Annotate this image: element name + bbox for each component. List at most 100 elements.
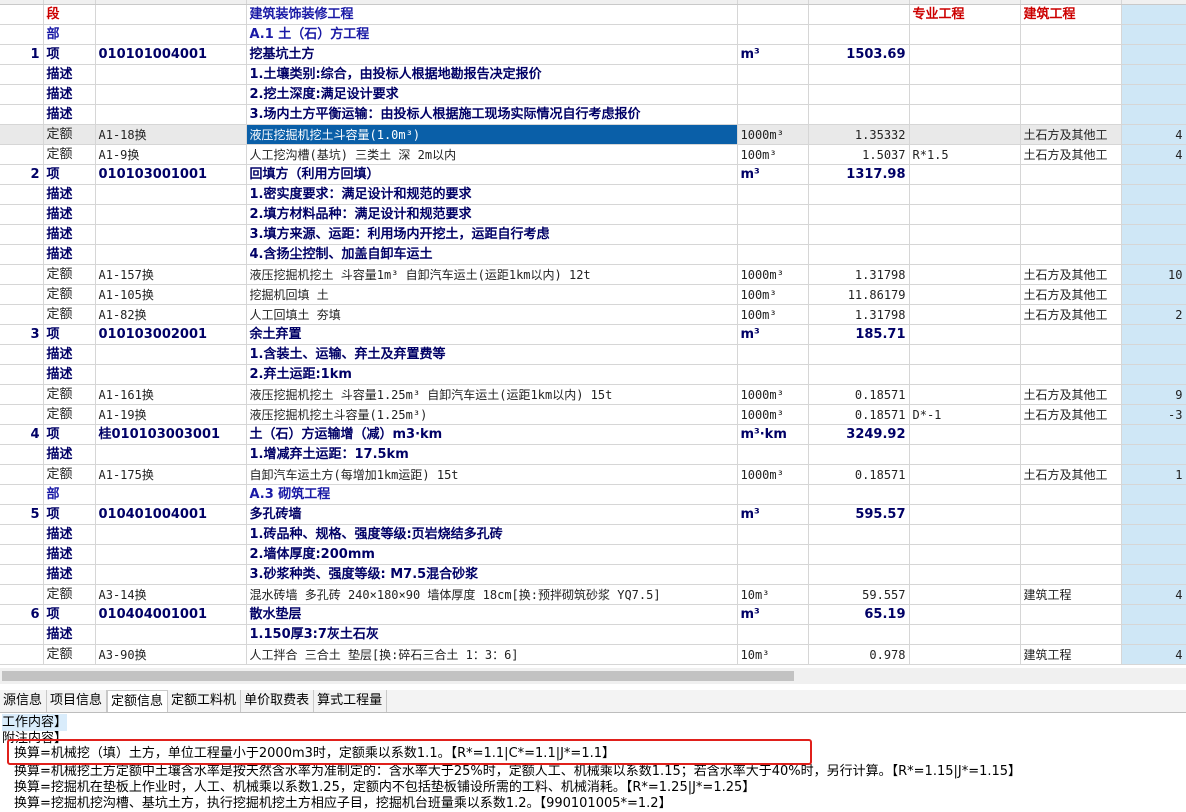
unit-cell[interactable]: [737, 624, 809, 645]
value-cell-cell[interactable]: [1121, 484, 1186, 505]
table-row[interactable]: 描述 1.土壤类别:综合，由投标人根据地勘报告决定报价: [0, 64, 1186, 85]
item-code-cell[interactable]: 010101004001: [95, 44, 247, 65]
quantity-cell[interactable]: 106.12: [808, 664, 910, 665]
unit-cell[interactable]: [737, 484, 809, 505]
value-cell-cell[interactable]: [1121, 84, 1186, 105]
quantity-cell[interactable]: [808, 4, 910, 25]
conversion-cell[interactable]: [909, 644, 1021, 665]
row-number-cell[interactable]: [0, 84, 44, 105]
item-code-cell[interactable]: 011102003001: [95, 664, 247, 665]
row-number-cell[interactable]: 6: [0, 604, 44, 625]
table-row[interactable]: 描述 1.砖品种、规格、强度等级:页岩烧结多孔砖: [0, 524, 1186, 545]
value-cell-cell[interactable]: 1: [1121, 464, 1186, 485]
tab-quota-info[interactable]: 定额信息: [107, 690, 169, 712]
item-name-cell[interactable]: 1.土壤类别:综合，由投标人根据地勘报告决定报价: [246, 64, 738, 85]
item-name-cell[interactable]: 建筑装饰装修工程: [246, 4, 738, 25]
row-number-cell[interactable]: [0, 244, 44, 265]
item-code-cell[interactable]: [95, 524, 247, 545]
item-code-cell[interactable]: [95, 4, 247, 25]
category-cell[interactable]: 土石方及其他工: [1020, 264, 1122, 285]
conversion-cell[interactable]: [909, 304, 1021, 325]
category-cell[interactable]: 土石方及其他工: [1020, 384, 1122, 405]
category-cell[interactable]: 建筑工程: [1020, 644, 1122, 665]
tab-formula-quantity[interactable]: 算式工程量: [314, 690, 388, 712]
unit-cell[interactable]: [737, 204, 809, 225]
conversion-cell[interactable]: 专业工程: [909, 4, 1021, 25]
item-code-cell[interactable]: A1-175换: [95, 464, 247, 485]
row-number-cell[interactable]: [0, 284, 44, 305]
category-cell[interactable]: [1020, 104, 1122, 125]
row-number-cell[interactable]: [0, 64, 44, 85]
table-row[interactable]: 描述 2.挖土深度:满足设计要求: [0, 84, 1186, 105]
row-number-cell[interactable]: [0, 624, 44, 645]
conversion-cell[interactable]: [909, 204, 1021, 225]
quantity-cell[interactable]: [808, 224, 910, 245]
table-row[interactable]: 6 项 010404001001 散水垫层 m³ 65.19: [0, 604, 1186, 625]
item-name-cell[interactable]: 土（石）方运输增（减）m3·km: [246, 424, 738, 445]
value-cell-cell[interactable]: [1121, 24, 1186, 45]
quantity-cell[interactable]: [808, 364, 910, 385]
item-name-cell[interactable]: 挖掘机回填 土: [246, 284, 738, 305]
category-cell[interactable]: 土石方及其他工: [1020, 124, 1122, 145]
conversion-line-4[interactable]: 换算=挖掘机挖沟槽、基坑土方，执行挖掘机挖土方相应子目，挖掘机台班量乘以系数1.…: [14, 795, 672, 812]
value-cell-cell[interactable]: 4: [1121, 584, 1186, 605]
conversion-cell[interactable]: [909, 504, 1021, 525]
unit-cell[interactable]: [737, 524, 809, 545]
quantity-cell[interactable]: 3249.92: [808, 424, 910, 445]
item-name-cell[interactable]: 1.增减弃土运距：17.5km: [246, 444, 738, 465]
item-name-cell[interactable]: 液压挖掘机挖土 斗容量1.25m³ 自卸汽车运土(运距1km以内) 15t: [246, 384, 738, 405]
row-number-cell[interactable]: [0, 204, 44, 225]
category-cell[interactable]: [1020, 564, 1122, 585]
category-cell[interactable]: [1020, 364, 1122, 385]
unit-cell[interactable]: m²: [737, 664, 809, 665]
table-row[interactable]: 定额 A1-105换 挖掘机回填 土 100m³ 11.86179 土石方及其他工: [0, 284, 1186, 305]
conversion-cell[interactable]: [909, 364, 1021, 385]
unit-cell[interactable]: 1000m³: [737, 124, 809, 145]
unit-cell[interactable]: [737, 544, 809, 565]
category-cell[interactable]: [1020, 44, 1122, 65]
quantity-cell[interactable]: [808, 624, 910, 645]
row-type-cell[interactable]: 描述: [43, 444, 96, 465]
value-cell-cell[interactable]: [1121, 104, 1186, 125]
unit-cell[interactable]: [737, 364, 809, 385]
quantity-cell[interactable]: 595.57: [808, 504, 910, 525]
category-cell[interactable]: [1020, 524, 1122, 545]
conversion-cell[interactable]: [909, 124, 1021, 145]
conversion-cell[interactable]: [909, 664, 1021, 665]
value-cell-cell[interactable]: [1121, 324, 1186, 345]
row-number-cell[interactable]: 3: [0, 324, 44, 345]
quantity-cell[interactable]: [808, 244, 910, 265]
item-name-cell[interactable]: 2.填方材料品种：满足设计和规范要求: [246, 204, 738, 225]
conversion-cell[interactable]: [909, 224, 1021, 245]
table-row[interactable]: 定额 A1-9换 人工挖沟槽(基坑) 三类土 深 2m以内 100m³ 1.5037 R*…: [0, 144, 1186, 165]
value-cell-cell[interactable]: [1121, 504, 1186, 525]
value-cell-cell[interactable]: [1121, 604, 1186, 625]
item-code-cell[interactable]: [95, 344, 247, 365]
item-name-cell[interactable]: 3.填方来源、运距：利用场内开挖土，运距自行考虑: [246, 224, 738, 245]
table-row[interactable]: 部 A.1 土（石）方工程: [0, 24, 1186, 45]
row-number-cell[interactable]: [0, 404, 44, 425]
table-row[interactable]: 描述 3.砂浆种类、强度等级: M7.5混合砂浆: [0, 564, 1186, 585]
row-type-cell[interactable]: 定额: [43, 584, 96, 605]
table-row[interactable]: 描述 1.150厚3:7灰土石灰: [0, 624, 1186, 645]
category-cell[interactable]: [1020, 424, 1122, 445]
row-type-cell[interactable]: 描述: [43, 224, 96, 245]
value-cell-cell[interactable]: [1121, 444, 1186, 465]
table-row[interactable]: 部 A.3 砌筑工程: [0, 484, 1186, 505]
table-row[interactable]: 描述 2.弃土运距:1km: [0, 364, 1186, 385]
item-code-cell[interactable]: 桂010103003001: [95, 424, 247, 445]
row-type-cell[interactable]: 部: [43, 484, 96, 505]
table-row[interactable]: 定额 A1-161换 液压挖掘机挖土 斗容量1.25m³ 自卸汽车运土(运距1km以…: [0, 384, 1186, 405]
quantity-cell[interactable]: 1.31798: [808, 304, 910, 325]
item-name-cell[interactable]: 1.150厚3:7灰土石灰: [246, 624, 738, 645]
item-code-cell[interactable]: A1-9换: [95, 144, 247, 165]
item-name-cell[interactable]: 混水砖墙 多孔砖 240×180×90 墙体厚度 18cm[换:预拌砌筑砂浆 Y…: [246, 584, 738, 605]
unit-cell[interactable]: 10m³: [737, 584, 809, 605]
table-row[interactable]: 段 建筑装饰装修工程 专业工程 建筑工程: [0, 4, 1186, 25]
category-cell[interactable]: [1020, 64, 1122, 85]
item-name-cell[interactable]: 人工挖沟槽(基坑) 三类土 深 2m以内: [246, 144, 738, 165]
item-code-cell[interactable]: A1-18换: [95, 124, 247, 145]
value-cell-cell[interactable]: [1121, 44, 1186, 65]
row-type-cell[interactable]: 定额: [43, 404, 96, 425]
row-number-cell[interactable]: [0, 264, 44, 285]
